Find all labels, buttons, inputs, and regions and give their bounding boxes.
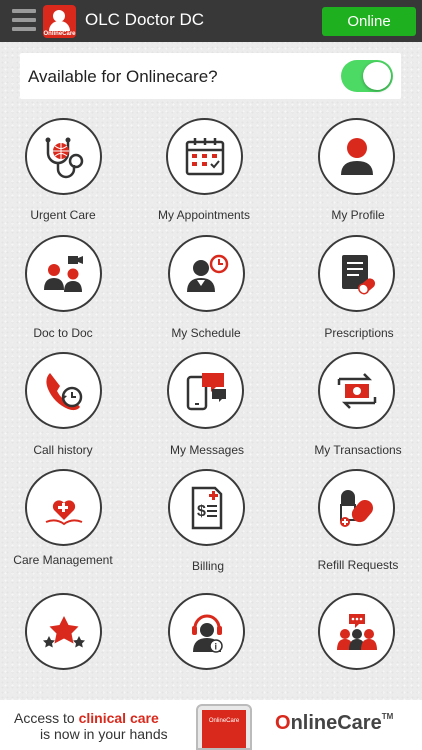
tile-label: Doc to Doc: [33, 326, 93, 340]
availability-card: Available for Onlinecare?: [20, 53, 401, 99]
ad-phone-text: OnlineCare: [208, 718, 240, 724]
phone-chat-icon: [167, 352, 244, 429]
complex-chronic-care-icon: [25, 469, 102, 546]
tile-label: Call history: [33, 443, 93, 457]
tile-label: My Schedule: [171, 326, 241, 340]
tile-label: Prescriptions: [324, 326, 394, 340]
availability-label: Available for Onlinecare?: [28, 67, 218, 86]
tile-label: My Transactions: [314, 443, 402, 457]
ad-brand-name: nlineCare: [290, 712, 382, 734]
calendar-icon: [166, 118, 243, 195]
ad-highlight: clinical care: [78, 710, 159, 726]
top-bar: OnlineCare OLC Doctor DC Online: [0, 0, 422, 42]
tile-label: My Appointments: [157, 208, 251, 222]
doctors-video-icon: [25, 235, 102, 312]
stars-rating-icon: [25, 593, 102, 670]
invoice-icon: $: [168, 469, 245, 546]
tile-label: Care Management: [13, 553, 113, 567]
availability-toggle[interactable]: [341, 60, 393, 92]
money-exchange-icon: [318, 352, 395, 429]
ad-brand-tm: TM: [381, 712, 394, 721]
stethoscope-globe-icon: [25, 118, 102, 195]
ad-phone-image: OnlineCare: [196, 704, 252, 750]
logo-text: OnlineCare: [43, 31, 76, 37]
prescription-pill-icon: [318, 235, 395, 312]
ad-banner[interactable]: Access to clinical care is now in your h…: [0, 700, 422, 750]
ad-text: Access to: [14, 710, 79, 726]
tile-label: Refill Requests: [317, 558, 399, 572]
pills-icon: [318, 469, 395, 546]
tile-label: Billing: [191, 559, 224, 573]
doctor-clock-icon: [168, 235, 245, 312]
app-logo: OnlineCare: [43, 5, 76, 38]
ad-line2: is now in your hands: [40, 726, 168, 742]
svg-text:$: $: [197, 503, 206, 520]
ad-brand-logo: OnlineCareTM: [275, 712, 393, 735]
tile-label: Urgent Care: [30, 208, 96, 222]
support-agent-icon: i: [168, 593, 245, 670]
svg-text:i: i: [214, 641, 217, 651]
group-chat-icon: [318, 593, 395, 670]
toggle-knob: [363, 62, 391, 90]
tile-label: My Profile: [331, 208, 385, 222]
ad-brand-o: O: [275, 712, 291, 734]
app-title: OLC Doctor DC: [85, 10, 205, 29]
tile-label: My Messages: [169, 443, 245, 457]
user-profile-icon: [318, 118, 395, 195]
hamburger-menu-icon[interactable]: [12, 9, 36, 33]
phone-history-icon: [25, 352, 102, 429]
ad-line1: Access to clinical care: [14, 710, 159, 726]
online-status-button[interactable]: Online: [322, 7, 416, 36]
